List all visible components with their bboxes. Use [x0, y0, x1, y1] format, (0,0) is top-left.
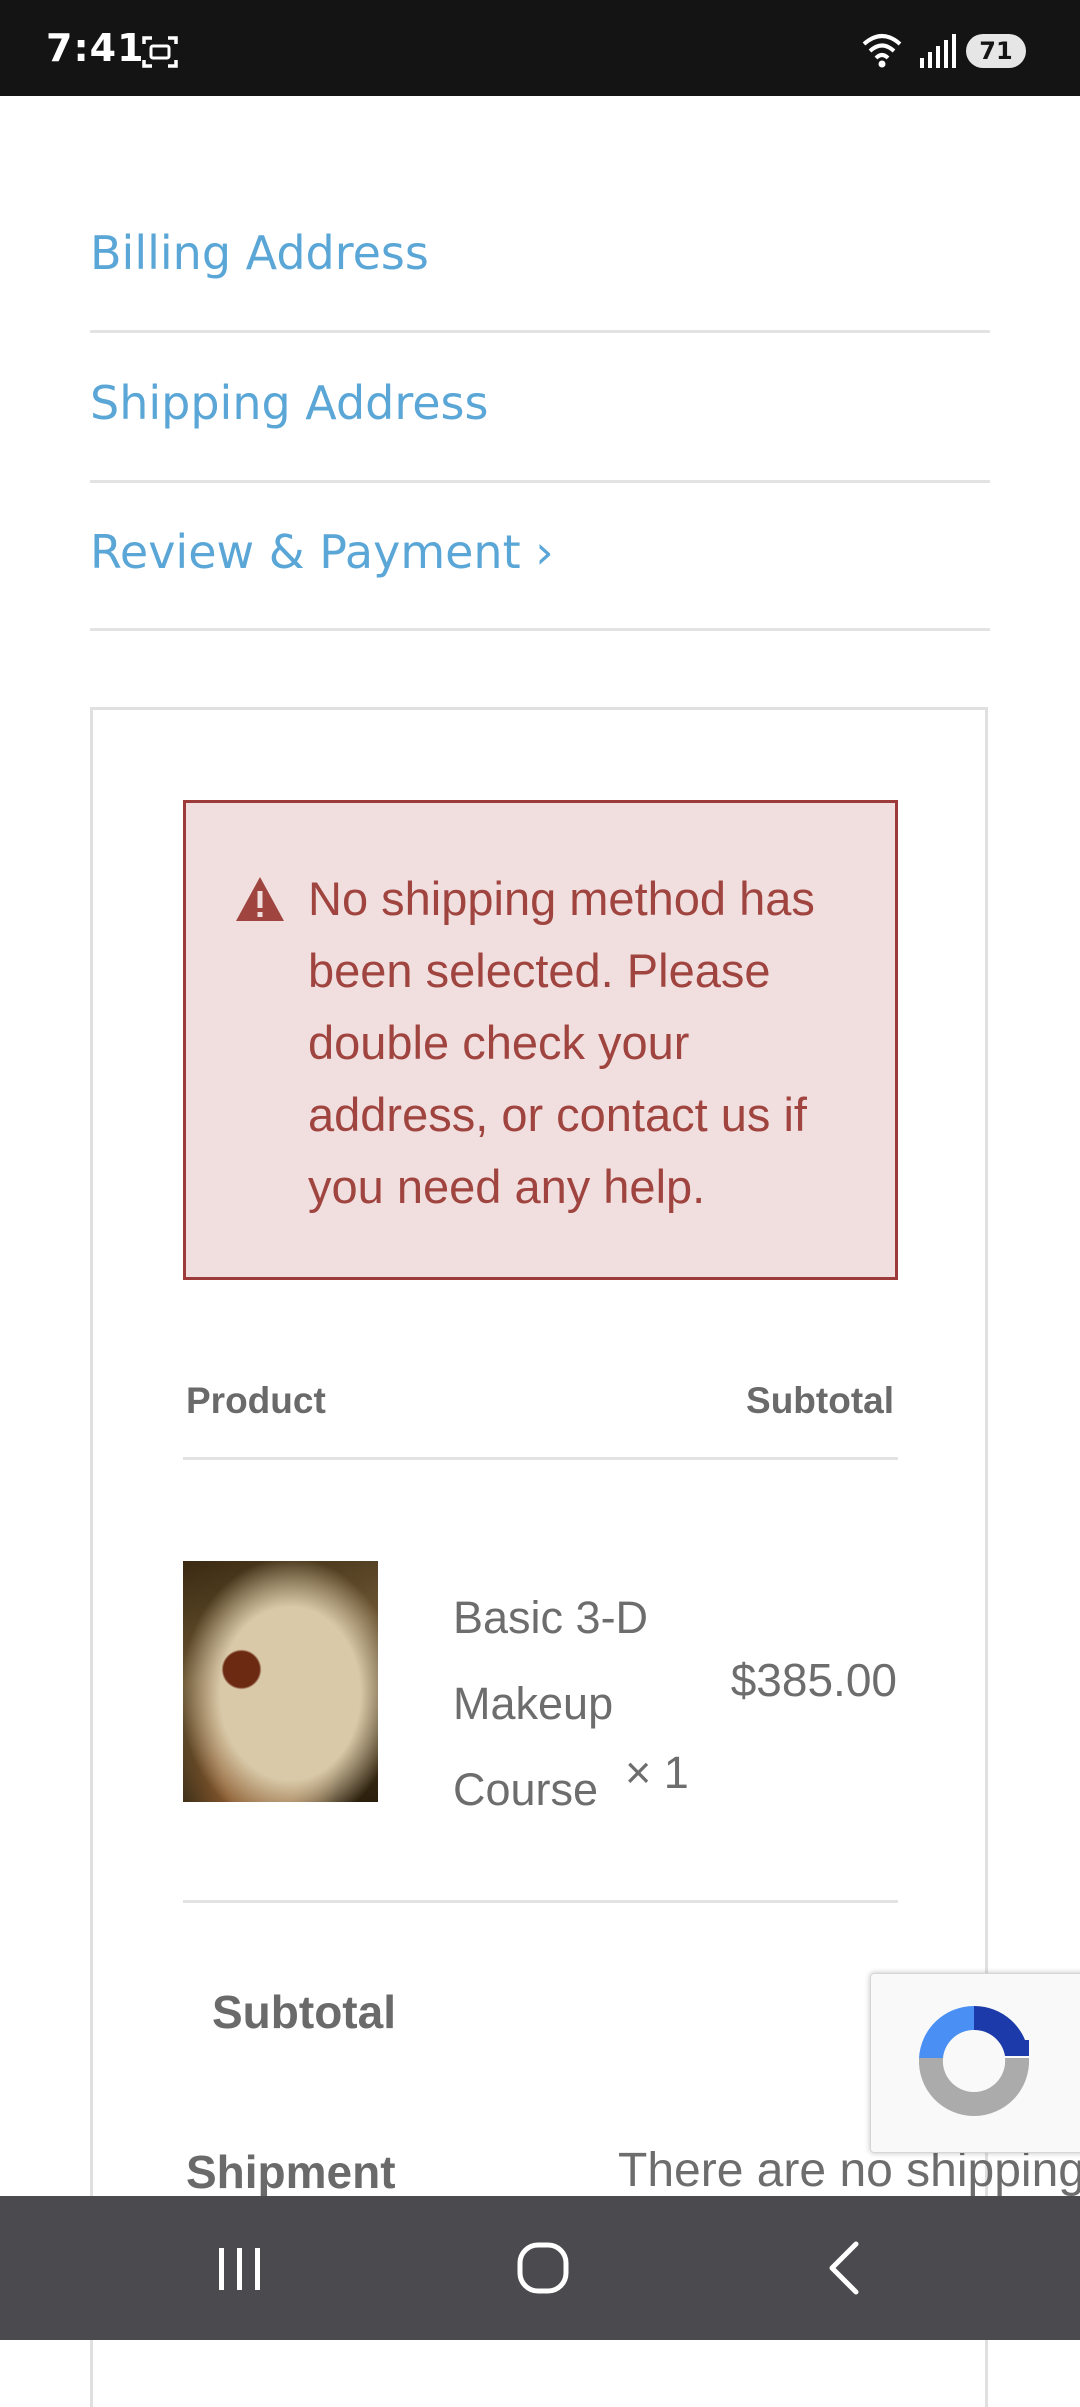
status-time: 7:41: [46, 26, 145, 70]
subtotal-label: Subtotal: [212, 1986, 396, 2038]
recaptcha-icon: [918, 2005, 1030, 2116]
column-header-product: Product: [186, 1380, 326, 1421]
divider: [90, 330, 990, 333]
warning-icon: [236, 877, 284, 921]
step-shipping-address[interactable]: Shipping Address: [90, 376, 990, 430]
step-review-payment[interactable]: Review & Payment ›: [90, 525, 990, 579]
step-billing-address[interactable]: Billing Address: [90, 226, 990, 280]
divider: [90, 480, 990, 483]
shipping-error-alert: No shipping method has been selected. Pl…: [183, 800, 898, 1280]
divider: [183, 1900, 898, 1903]
product-price: $385.00: [730, 1654, 897, 1706]
wifi-icon: [862, 34, 902, 68]
divider: [90, 628, 990, 631]
column-header-subtotal: Subtotal: [746, 1380, 894, 1421]
status-bar: 7:41 71: [0, 0, 1080, 96]
signal-icon: [920, 34, 956, 68]
shipment-label: Shipment: [186, 2146, 396, 2198]
divider: [183, 1457, 898, 1460]
recents-icon[interactable]: [205, 2236, 275, 2300]
home-icon[interactable]: [508, 2236, 578, 2300]
navigation-bar: [0, 2196, 1080, 2340]
product-image: [183, 1561, 378, 1802]
alert-message: No shipping method has been selected. Pl…: [308, 872, 815, 1213]
product-quantity: × 1: [625, 1747, 689, 1798]
screenshot-icon: [142, 36, 178, 68]
battery-indicator: 71: [966, 34, 1026, 68]
recaptcha-badge[interactable]: [870, 1973, 1080, 2153]
back-icon[interactable]: [810, 2236, 880, 2300]
